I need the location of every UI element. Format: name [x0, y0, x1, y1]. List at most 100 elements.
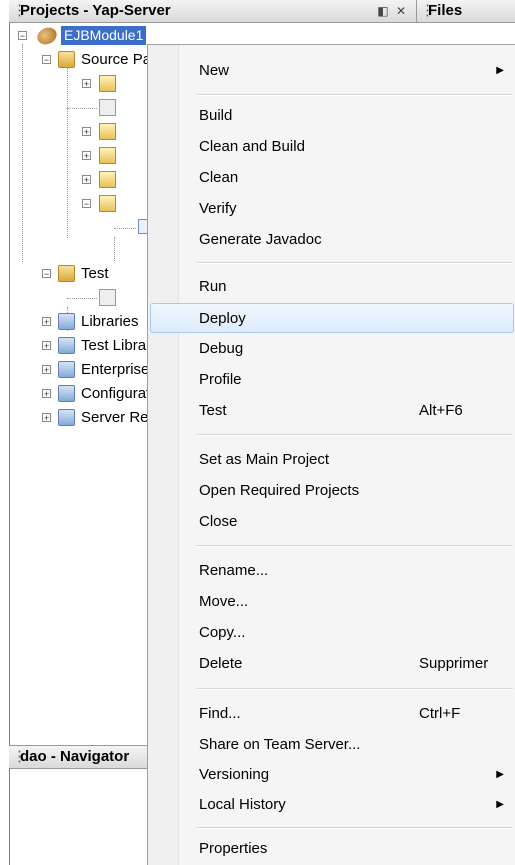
collapse-icon[interactable]: − [18, 31, 27, 41]
tree-node-configuration-files[interactable]: + Configuration Files [9, 382, 206, 406]
package-icon [99, 195, 116, 212]
menu-item-label: Local History [199, 796, 286, 813]
expand-icon[interactable]: + [42, 341, 51, 351]
menu-separator [197, 94, 513, 96]
menu-item-label: Open Required Projects [199, 482, 360, 499]
menu-item-deploy[interactable]: Deploy [150, 303, 514, 333]
files-panel-title: Files [428, 2, 463, 19]
menu-item-delete[interactable]: Delete Supprimer [150, 649, 514, 679]
menu-item-label: Close [199, 513, 238, 530]
close-icon[interactable]: ✕ [396, 4, 408, 18]
tree-node-test-libraries[interactable]: + Test Libraries [9, 334, 170, 358]
menu-item-label: Deploy [199, 310, 246, 327]
context-menu: New ▶ Build Clean and Build Clean Verify… [147, 44, 515, 865]
expand-icon[interactable]: + [42, 413, 51, 423]
menu-item-rename[interactable]: Rename... [150, 556, 514, 586]
menu-item-run[interactable]: Run [150, 272, 514, 302]
panel-header-controls: ◧ ✕ [377, 0, 408, 22]
menu-item-find[interactable]: Find... Ctrl+F [150, 699, 514, 729]
menu-item-label: Clean [199, 169, 239, 186]
menu-item-test[interactable]: Test Alt+F6 [150, 396, 514, 426]
menu-item-label: Delete [199, 655, 243, 672]
package-icon [99, 123, 116, 140]
menu-separator [197, 434, 513, 436]
empty-package-icon [99, 99, 116, 116]
enterprise-beans-icon [58, 361, 75, 378]
menu-item-move[interactable]: Move... [150, 587, 514, 617]
drag-grip-icon[interactable]: ⋮ [12, 746, 27, 768]
menu-item-label: Move... [199, 593, 249, 610]
submenu-arrow-icon: ▶ [496, 799, 504, 810]
projects-panel-title: Projects - Yap-Server [20, 2, 171, 19]
tree-node-root[interactable]: − EJBModule1 [9, 24, 149, 48]
menu-item-verify[interactable]: Verify [150, 194, 514, 224]
menu-separator [197, 262, 513, 264]
libraries-icon [58, 313, 75, 330]
menu-item-close[interactable]: Close [150, 507, 514, 537]
drag-grip-icon[interactable]: ⋮ [12, 0, 27, 22]
submenu-arrow-icon: ▶ [496, 769, 504, 780]
menu-item-new[interactable]: New ▶ [150, 56, 514, 86]
menu-item-label: Verify [199, 200, 237, 217]
tree-node-label: Libraries [81, 313, 139, 330]
expand-icon[interactable]: + [82, 175, 91, 185]
collapse-icon[interactable]: − [42, 269, 51, 279]
tree-connector [114, 228, 136, 229]
menu-item-copy[interactable]: Copy... [150, 618, 514, 648]
tree-node-source-packages[interactable]: − Source Packages [9, 48, 199, 72]
menu-item-label: Generate Javadoc [199, 231, 322, 248]
menu-item-label: Versioning [199, 766, 270, 783]
menu-item-label: Copy... [199, 624, 246, 641]
menu-item-clean[interactable]: Clean [150, 163, 514, 193]
minimize-icon[interactable]: ◧ [377, 4, 390, 18]
tree-node-enterprise-beans[interactable]: + Enterprise Beans [9, 358, 196, 382]
menu-item-local-history[interactable]: Local History ▶ [150, 790, 514, 820]
menu-item-generate-javadoc[interactable]: Generate Javadoc [150, 225, 514, 255]
projects-panel-header[interactable]: ⋮Projects - Yap-Server ◧ ✕ [9, 0, 417, 23]
menu-item-debug[interactable]: Debug [150, 334, 514, 364]
package-icon [99, 75, 116, 92]
menu-item-versioning[interactable]: Versioning ▶ [150, 760, 514, 790]
expand-icon[interactable]: + [42, 389, 51, 399]
tree-node-test[interactable]: − Test [9, 262, 149, 286]
collapse-icon[interactable]: − [42, 55, 51, 65]
project-tree: − EJBModule1 − Source Packages + + + + −… [9, 24, 206, 744]
menu-item-clean-and-build[interactable]: Clean and Build [150, 132, 514, 162]
menu-item-properties[interactable]: Properties [150, 834, 514, 864]
menu-item-open-required-projects[interactable]: Open Required Projects [150, 476, 514, 506]
configuration-files-icon [58, 385, 75, 402]
menu-item-profile[interactable]: Profile [150, 365, 514, 395]
drag-grip-icon[interactable]: ⋮ [420, 0, 435, 22]
empty-package-icon [99, 289, 116, 306]
menu-item-label: Find... [199, 705, 241, 722]
tree-node-label: EJBModule1 [61, 26, 147, 45]
menu-item-set-as-main-project[interactable]: Set as Main Project [150, 445, 514, 475]
files-panel-tab[interactable]: ⋮Files [417, 0, 515, 23]
ejb-module-icon [34, 24, 60, 48]
menu-item-build[interactable]: Build [150, 101, 514, 131]
expand-icon[interactable]: + [42, 365, 51, 375]
expand-icon[interactable]: + [42, 317, 51, 327]
menu-item-shortcut: Ctrl+F [419, 705, 461, 722]
menu-separator [197, 688, 513, 690]
menu-item-shortcut: Supprimer [419, 655, 489, 672]
menu-item-label: Rename... [199, 562, 269, 579]
menu-item-label: Run [199, 278, 227, 295]
menu-item-label: Clean and Build [199, 138, 305, 155]
collapse-icon[interactable]: − [82, 199, 91, 209]
navigator-panel-header[interactable]: ⋮dao - Navigator [9, 745, 149, 769]
menu-item-label: Debug [199, 340, 244, 357]
tree-node-label: Test [81, 265, 109, 282]
expand-icon[interactable]: + [82, 151, 91, 161]
tree-node-server-resources[interactable]: + Server Resources [9, 406, 201, 430]
expand-icon[interactable]: + [82, 79, 91, 89]
menu-item-share-on-team-server[interactable]: Share on Team Server... [150, 730, 514, 760]
expand-icon[interactable]: + [82, 127, 91, 137]
tree-connector [67, 108, 97, 109]
menu-item-label: Build [199, 107, 233, 124]
tree-node-libraries[interactable]: + Libraries [9, 310, 149, 334]
tree-connector [22, 44, 23, 262]
folder-icon [58, 51, 75, 68]
menu-item-label: Test [199, 402, 227, 419]
menu-item-label: Set as Main Project [199, 451, 330, 468]
